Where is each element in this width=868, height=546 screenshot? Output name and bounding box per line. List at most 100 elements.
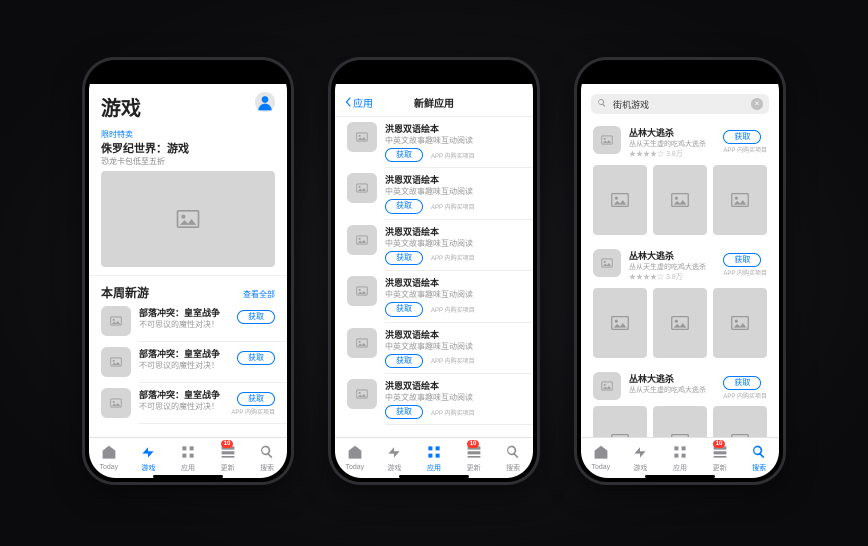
app-subtitle: 丛从天生虚的吃鸡大逃杀 [629, 262, 715, 272]
search-icon [259, 444, 275, 462]
app-item[interactable]: 洪恩双语绘本 中英文故事趣味互动阅读 获取 APP 内购买项目 [335, 271, 533, 321]
tab-updates[interactable]: 10 更新 [208, 438, 248, 478]
tab-label: 搜索 [506, 463, 520, 473]
screenshot[interactable] [653, 406, 707, 437]
screenshot[interactable] [713, 288, 767, 358]
app-title: 丛林大逃杀 [629, 372, 715, 385]
get-button[interactable]: 获取 [385, 302, 423, 316]
app-actions: 获取 [237, 306, 275, 324]
app-subtitle: 不可思议的魔性对决！ [139, 401, 223, 412]
iap-label: APP 内购买项目 [431, 253, 475, 262]
screenshot[interactable] [653, 165, 707, 235]
screenshot-row [581, 161, 779, 243]
screen: 9:41 游戏 限时特卖 侏罗纪世界：游戏 恐龙卡包低至五折 本周新游 查看全部… [89, 64, 287, 478]
tab-label: 游戏 [141, 463, 155, 473]
screenshot[interactable] [713, 165, 767, 235]
search-input[interactable] [611, 98, 747, 110]
tab-updates[interactable]: 10 更新 [700, 438, 740, 478]
app-icon [347, 122, 377, 152]
home-indicator[interactable] [645, 475, 715, 478]
app-subtitle: 中英文故事趣味互动阅读 [385, 392, 521, 403]
get-button[interactable]: 获取 [385, 148, 423, 162]
result-header[interactable]: 丛林大逃杀 丛从天生虚的吃鸡大逃杀 获取 APP 内购买项目 [581, 366, 779, 402]
search-result: 丛林大逃杀 丛从天生虚的吃鸡大逃杀 ★★★★☆ 3.8万 获取 APP 内购买项… [581, 120, 779, 243]
screenshot[interactable] [593, 288, 647, 358]
tab-apps[interactable]: 应用 [414, 438, 454, 478]
screenshot[interactable] [593, 406, 647, 437]
app-item[interactable]: 洪恩双语绘本 中英文故事趣味互动阅读 获取 APP 内购买项目 [335, 323, 533, 373]
tab-search[interactable]: 搜索 [247, 438, 287, 478]
tab-apps[interactable]: 应用 [660, 438, 700, 478]
app-item[interactable]: 部落冲突：皇室战争 不可思议的魔性对决！ 获取 [89, 342, 287, 382]
get-button[interactable]: 获取 [237, 310, 275, 324]
get-button[interactable]: 获取 [723, 253, 761, 267]
iap-label: APP 内购买项目 [723, 391, 767, 400]
tab-today[interactable]: Today [581, 438, 621, 478]
status-time: 9:41 [347, 71, 365, 81]
see-all-link[interactable]: 查看全部 [243, 289, 275, 300]
app-item[interactable]: 洪恩双语绘本 中英文故事趣味互动阅读 获取 APP 内购买项目 [335, 220, 533, 270]
page-title: 新鲜应用 [335, 95, 533, 110]
get-button[interactable]: 获取 [385, 199, 423, 213]
tab-today[interactable]: Today [335, 438, 375, 478]
result-header[interactable]: 丛林大逃杀 丛从天生虚的吃鸡大逃杀 ★★★★☆ 3.8万 获取 APP 内购买项… [581, 243, 779, 284]
app-rating: ★★★★☆ 3.8万 [629, 149, 715, 159]
phone-mockup: 9:41 × 丛林大逃杀 丛从天生虚的吃鸡大逃杀 ★★★★☆ 3.8万 获取 [577, 60, 783, 482]
app-title: 丛林大逃杀 [629, 126, 715, 139]
battery-icon [749, 72, 767, 81]
clear-button[interactable]: × [751, 98, 763, 110]
app-icon [347, 379, 377, 409]
divider [89, 275, 287, 276]
app-subtitle: 中英文故事趣味互动阅读 [385, 135, 521, 146]
home-indicator[interactable] [153, 475, 223, 478]
tab-games[interactable]: 游戏 [129, 438, 169, 478]
iap-label: APP 内购买项目 [723, 145, 767, 154]
tab-today[interactable]: Today [89, 438, 129, 478]
wifi-icon [734, 72, 746, 81]
get-button[interactable]: 获取 [723, 376, 761, 390]
app-item[interactable]: 洪恩双语绘本 中英文故事趣味互动阅读 获取 APP 内购买项目 [335, 117, 533, 167]
screenshot[interactable] [653, 288, 707, 358]
games-icon [140, 444, 156, 462]
tab-games[interactable]: 游戏 [621, 438, 661, 478]
app-icon [347, 328, 377, 358]
feature-image[interactable] [101, 171, 275, 267]
notch [140, 60, 236, 82]
phone-mockup: 9:41 游戏 限时特卖 侏罗纪世界：游戏 恐龙卡包低至五折 本周新游 查看全部… [85, 60, 291, 482]
get-button[interactable]: 获取 [723, 130, 761, 144]
app-subtitle: 不可思议的魔性对决！ [139, 319, 229, 330]
page-header: 游戏 [89, 88, 287, 127]
tab-search[interactable]: 搜索 [493, 438, 533, 478]
account-avatar[interactable] [255, 92, 275, 112]
iap-label: APP 内购买项目 [431, 202, 475, 211]
result-header[interactable]: 丛林大逃杀 丛从天生虚的吃鸡大逃杀 ★★★★☆ 3.8万 获取 APP 内购买项… [581, 120, 779, 161]
get-button[interactable]: 获取 [385, 354, 423, 368]
today-icon [347, 445, 363, 463]
app-item[interactable]: 部落冲突：皇室战争 不可思议的魔性对决！ 获取 [89, 301, 287, 341]
tab-apps[interactable]: 应用 [168, 438, 208, 478]
app-title: 部落冲突：皇室战争 [139, 306, 229, 319]
search-bar[interactable]: × [591, 94, 769, 114]
tab-updates[interactable]: 10 更新 [454, 438, 494, 478]
app-title: 洪恩双语绘本 [385, 173, 521, 186]
search-result: 丛林大逃杀 丛从天生虚的吃鸡大逃杀 获取 APP 内购买项目 [581, 366, 779, 437]
get-button[interactable]: 获取 [385, 251, 423, 265]
get-button[interactable]: 获取 [385, 405, 423, 419]
get-button[interactable]: 获取 [237, 351, 275, 365]
today-icon [593, 445, 609, 463]
get-button[interactable]: 获取 [237, 392, 275, 406]
home-indicator[interactable] [399, 475, 469, 478]
iap-label: APP 内购买项目 [431, 408, 475, 417]
app-item[interactable]: 部落冲突：皇室战争 不可思议的魔性对决！ 获取 APP 内购买项目 [89, 383, 287, 423]
app-item[interactable]: 洪恩双语绘本 中英文故事趣味互动阅读 获取 APP 内购买项目 [335, 374, 533, 424]
screenshot[interactable] [593, 165, 647, 235]
tab-games[interactable]: 游戏 [375, 438, 415, 478]
app-item[interactable]: 洪恩双语绘本 中英文故事趣味互动阅读 获取 APP 内购买项目 [335, 168, 533, 218]
feature-title[interactable]: 侏罗纪世界：游戏 [89, 140, 287, 156]
app-subtitle: 中英文故事趣味互动阅读 [385, 186, 521, 197]
tab-label: 搜索 [260, 463, 274, 473]
screenshot[interactable] [713, 406, 767, 437]
today-icon [101, 445, 117, 463]
app-icon [347, 225, 377, 255]
tab-search[interactable]: 搜索 [739, 438, 779, 478]
